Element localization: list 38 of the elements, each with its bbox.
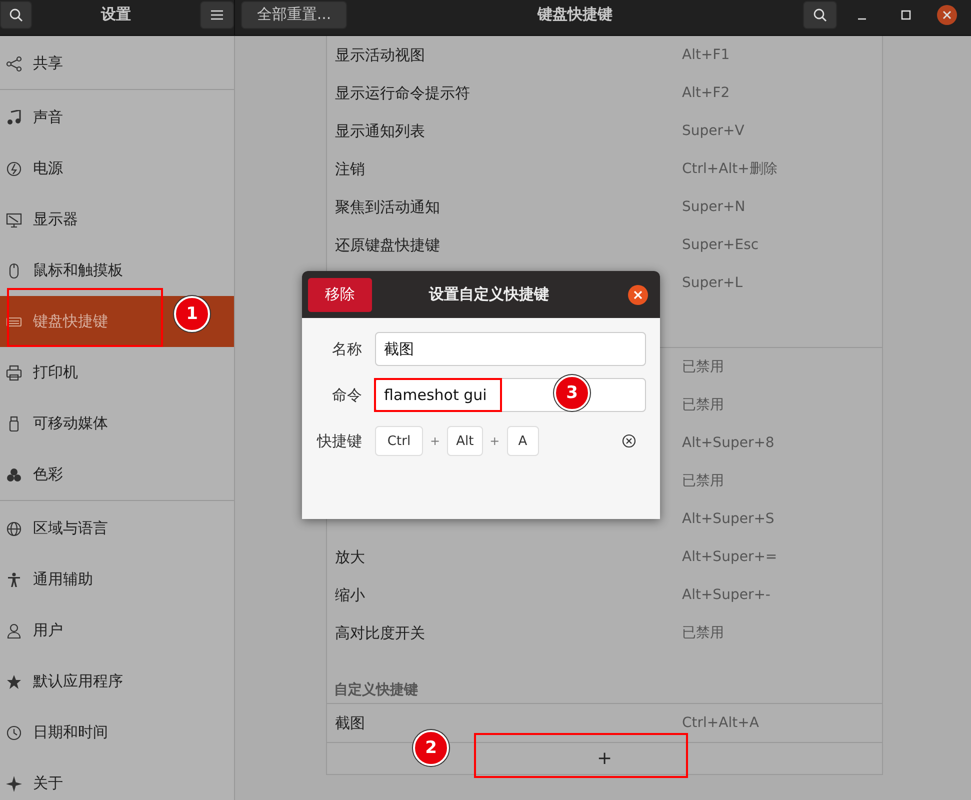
shortcut-keys: 已禁用 [682, 624, 724, 642]
key-cap: A [506, 426, 539, 456]
shortcut-keys: Alt+Super+S [682, 511, 774, 527]
field-label: 命令 [331, 386, 362, 404]
shortcut-name: 截图 [335, 714, 366, 732]
section-heading: 自定义快捷键 [327, 660, 882, 704]
shortcut-keys: Alt+F2 [682, 85, 730, 101]
shortcut-name: 显示通知列表 [335, 122, 426, 140]
dialog-title: 设置自定义快捷键 [428, 285, 550, 304]
shortcut-name: 显示运行命令提示符 [335, 84, 471, 102]
shortcut-name: 聚焦到活动通知 [335, 198, 441, 216]
shortcut-keys: Ctrl+Alt+删除 [682, 160, 778, 178]
plus-sign: + [430, 434, 440, 448]
shortcut-name: 还原键盘快捷键 [335, 236, 441, 254]
shortcut-keys: Super+N [682, 199, 746, 215]
key-cap: Alt [447, 426, 483, 456]
page-title: 键盘快捷键 [536, 5, 614, 24]
field-label: 快捷键 [316, 432, 362, 450]
field-label: 名称 [331, 340, 362, 358]
shortcut-keys: Super+L [682, 275, 743, 291]
shortcut-keys: Super+Esc [682, 237, 759, 253]
shortcut-keys: 已禁用 [682, 358, 724, 376]
shortcut-keys: Alt+Super+- [682, 587, 770, 603]
shortcut-name: 注销 [335, 160, 366, 178]
shortcut-name: 高对比度开关 [335, 624, 426, 642]
window-title: 设置 [100, 5, 132, 24]
plus-sign: + [490, 434, 500, 448]
shortcut-keys: Super+V [682, 123, 744, 139]
shortcut-keys: Alt+Super+= [682, 549, 778, 565]
shortcut-name: 缩小 [335, 586, 366, 604]
shortcut-keys: Alt+Super+8 [682, 435, 774, 451]
shortcut-keys: Ctrl+Alt+A [682, 715, 759, 731]
shortcut-name: 显示活动视图 [335, 46, 426, 64]
shortcut-keys: Alt+F1 [682, 47, 730, 63]
shortcut-keys: 已禁用 [682, 472, 724, 490]
shortcut-keys: 已禁用 [682, 396, 724, 414]
shortcut-name: 放大 [335, 548, 366, 566]
key-cap: Ctrl [375, 426, 423, 456]
